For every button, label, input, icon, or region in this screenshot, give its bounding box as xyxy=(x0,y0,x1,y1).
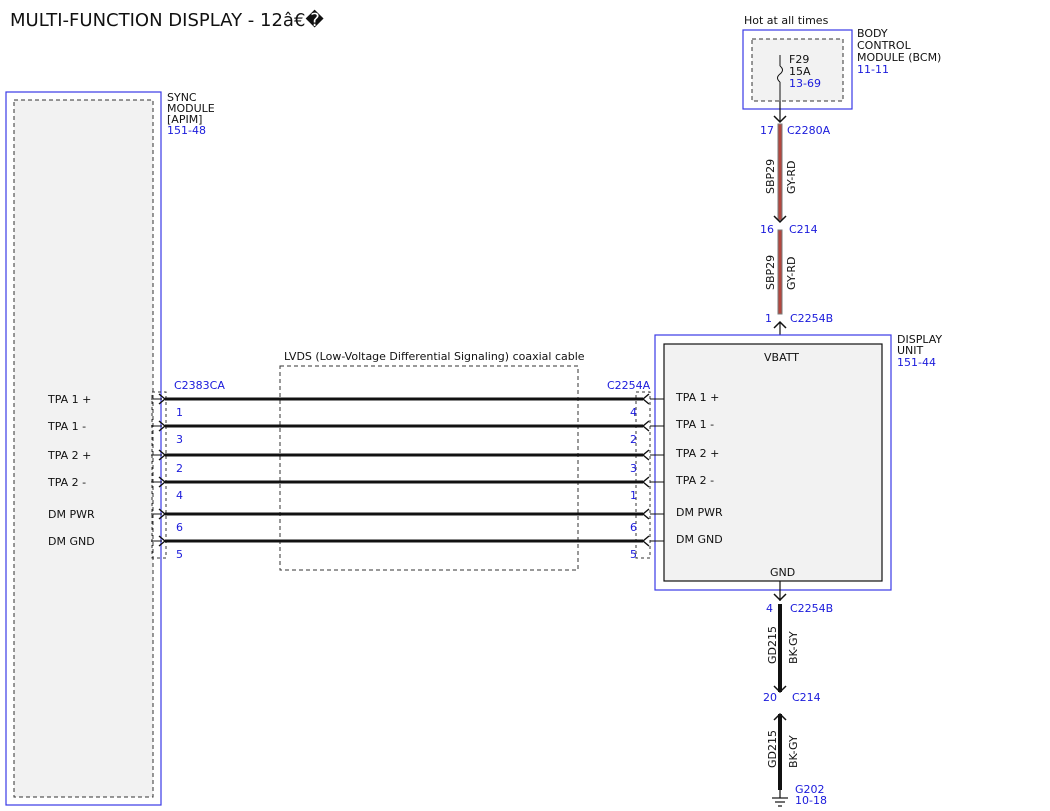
sync-signal-label: TPA 2 + xyxy=(47,449,91,462)
ground-circuit-2: GD215 xyxy=(766,730,779,768)
display-connector-arrow-icon xyxy=(641,449,650,461)
ground-connector-1: C2254B xyxy=(790,602,833,615)
power-color-2: GY-RD xyxy=(785,257,798,290)
display-connector-arrow-icon xyxy=(641,508,650,520)
wiring-diagram: MULTI-FUNCTION DISPLAY - 12â€� SYNC MODU… xyxy=(5,9,942,807)
sync-pin-number: 6 xyxy=(176,521,183,534)
sync-signal-label: DM GND xyxy=(48,535,95,548)
display-signal-label: TPA 2 - xyxy=(675,474,714,487)
display-pin-number: 2 xyxy=(630,433,637,446)
hot-at-all-times-label: Hot at all times xyxy=(744,14,829,27)
sync-connector-label: C2383CA xyxy=(174,379,225,392)
display-signal-label: DM PWR xyxy=(676,506,723,519)
display-pin-number: 3 xyxy=(630,462,637,475)
sync-module-ref: 151-48 xyxy=(167,124,206,137)
wire-sbp29-segment-1 xyxy=(777,123,783,221)
display-connector-arrow-icon xyxy=(641,476,650,488)
display-connector-frame xyxy=(635,391,651,559)
ground-color-1: BK-GY xyxy=(787,631,800,664)
power-connector-3: C2254B xyxy=(790,312,833,325)
sync-pin-number: 1 xyxy=(176,406,183,419)
power-circuit-1: SBP29 xyxy=(764,159,777,194)
power-color-1: GY-RD xyxy=(785,161,798,194)
display-connector-arrow-icon xyxy=(641,393,650,405)
display-pin-number: 1 xyxy=(630,489,637,502)
ground-connector-2: C214 xyxy=(792,691,821,704)
display-signal-label: TPA 1 - xyxy=(675,418,714,431)
diagram-title: MULTI-FUNCTION DISPLAY - 12â€� xyxy=(10,9,324,31)
ground-pin-2: 20 xyxy=(763,691,777,704)
sync-pin-number: 5 xyxy=(176,548,183,561)
sync-pin-number: 3 xyxy=(176,433,183,446)
sync-signal-label: DM PWR xyxy=(48,508,95,521)
power-pin-2: 16 xyxy=(760,223,774,236)
display-pin-number: 4 xyxy=(630,406,637,419)
gnd-label: GND xyxy=(770,566,795,579)
sync-pin-number: 2 xyxy=(176,462,183,475)
power-pin-3: 1 xyxy=(765,312,772,325)
display-signal-label: TPA 1 + xyxy=(675,391,719,404)
power-circuit-2: SBP29 xyxy=(764,255,777,290)
bcm-ref: 11-11 xyxy=(857,63,889,76)
display-connector-label: C2254A xyxy=(607,379,651,392)
display-pin-number: 6 xyxy=(630,521,637,534)
sync-signal-label: TPA 1 - xyxy=(47,420,86,433)
fuse-ref: 13-69 xyxy=(789,77,821,90)
sync-pin-number: 4 xyxy=(176,489,183,502)
ground-ref: 10-18 xyxy=(795,794,827,807)
sync-signal-label: TPA 2 - xyxy=(47,476,86,489)
power-connector-2: C214 xyxy=(789,223,818,236)
lvds-cable-shield xyxy=(279,365,579,571)
vbatt-label: VBATT xyxy=(764,351,799,364)
ground-color-2: BK-GY xyxy=(787,735,800,768)
power-connector-1: C2280A xyxy=(787,124,831,137)
wire-sbp29-segment-2 xyxy=(777,229,783,315)
ground-pin-1: 4 xyxy=(766,602,773,615)
sync-signal-label: TPA 1 + xyxy=(47,393,91,406)
display-signal-label: TPA 2 + xyxy=(675,447,719,460)
display-connector-arrow-icon xyxy=(641,535,650,547)
display-unit-ref: 151-44 xyxy=(897,356,936,369)
lvds-cable-label: LVDS (Low-Voltage Differential Signaling… xyxy=(284,350,585,363)
ground-circuit-1: GD215 xyxy=(766,626,779,664)
display-pin-number: 5 xyxy=(630,548,637,561)
ground-symbol-icon xyxy=(772,797,788,807)
power-pin-1: 17 xyxy=(760,124,774,137)
display-signal-label: DM GND xyxy=(676,533,723,546)
display-connector-arrow-icon xyxy=(641,420,650,432)
